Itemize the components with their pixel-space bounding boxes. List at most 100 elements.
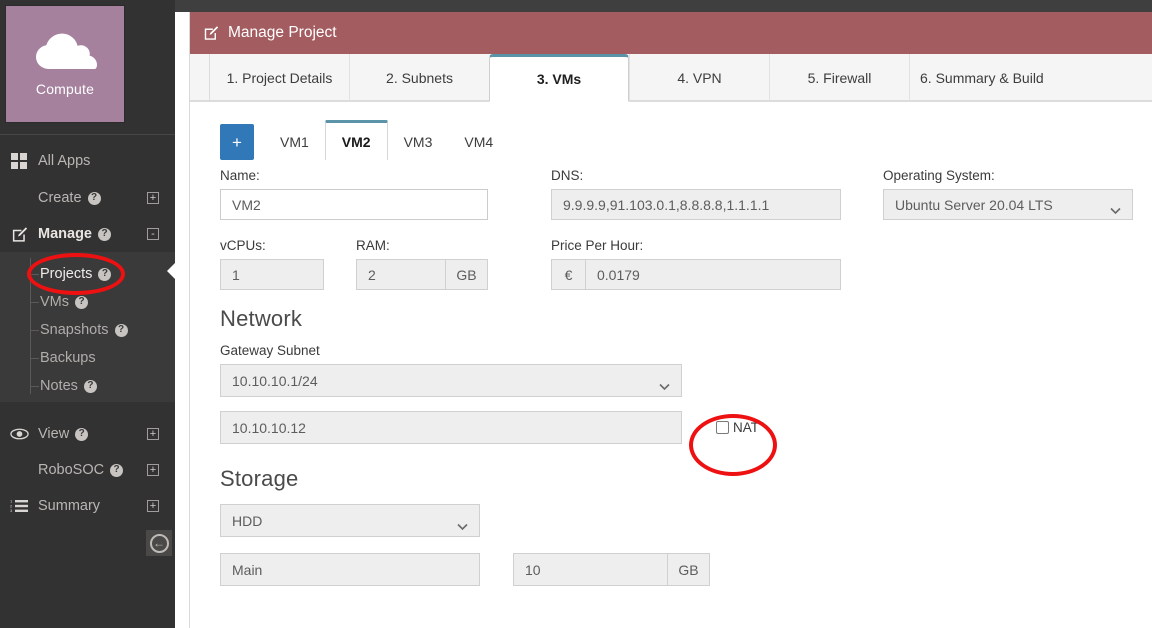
page-title: Manage Project: [228, 24, 337, 41]
sidebar-item-create[interactable]: Create ? +: [0, 180, 175, 216]
field-storage-type: HDD: [220, 504, 480, 537]
disk-size-input[interactable]: 10: [513, 553, 668, 586]
chevron-down-icon: [1110, 201, 1121, 214]
chevron-down-icon: [457, 517, 468, 530]
arrow-left-icon: ←: [149, 533, 169, 553]
network-section-title: Network: [220, 306, 303, 331]
tab-label: 6. Summary & Build: [920, 69, 1044, 86]
sidebar-item-summary[interactable]: 1 2 3 Summary +: [0, 488, 175, 524]
sidebar-submenu-manage: Projects ? VMs ? Snapshots ? Backups Not…: [0, 252, 175, 402]
sidebar-item-notes[interactable]: Notes ?: [0, 372, 175, 400]
sidebar-item-robosoc[interactable]: RoboSOC ? +: [0, 452, 175, 488]
sidebar-item-view[interactable]: View ? +: [0, 416, 175, 452]
tree-dash-icon: [30, 386, 39, 387]
dns-input[interactable]: 9.9.9.9,91.103.0.1,8.8.8.8,1.1.1.1: [551, 189, 841, 220]
sidebar-item-snapshots[interactable]: Snapshots ?: [0, 316, 175, 344]
currency-addon: €: [551, 259, 585, 290]
tab-label: 2. Subnets: [386, 69, 453, 86]
vm-tab-label: VM3: [403, 134, 433, 150]
vm-tab-vm4[interactable]: VM4: [448, 124, 509, 160]
vm-tab-vm2[interactable]: VM2: [324, 120, 388, 160]
field-price-per-hour: Price Per Hour: € 0.0179: [551, 238, 841, 290]
storage-section-title: Storage: [220, 466, 299, 491]
sidebar-item-label: Manage: [38, 226, 92, 242]
dns-input-value: 9.9.9.9,91.103.0.1,8.8.8.8,1.1.1.1: [563, 196, 770, 213]
field-label: Name:: [220, 168, 260, 183]
vm-tab-vm1[interactable]: VM1: [264, 124, 325, 160]
app-tile-compute[interactable]: Compute: [5, 5, 125, 123]
field-ram: RAM: 2 GB: [356, 238, 488, 290]
expand-plus-icon[interactable]: +: [147, 500, 159, 512]
tab-vms[interactable]: 3. VMs: [489, 54, 629, 102]
sidebar-item-label: Create: [38, 190, 82, 206]
sidebar-item-vms[interactable]: VMs ?: [0, 288, 175, 316]
sidebar-item-manage[interactable]: Manage ? -: [0, 216, 175, 252]
disk-size-unit-addon: GB: [668, 553, 710, 586]
name-input[interactable]: VM2: [220, 189, 488, 220]
operating-system-select[interactable]: Ubuntu Server 20.04 LTS: [883, 189, 1133, 220]
ip-address-value: 10.10.10.12: [232, 419, 306, 436]
tab-subnets[interactable]: 2. Subnets: [349, 54, 489, 101]
panel-header: Manage Project: [190, 12, 1152, 54]
tab-project-details[interactable]: 1. Project Details: [209, 54, 349, 101]
help-icon[interactable]: ?: [87, 191, 101, 205]
tab-label: 3. VMs: [536, 71, 582, 87]
app-tile-label: Compute: [35, 81, 95, 97]
sidebar-item-projects[interactable]: Projects ?: [0, 260, 175, 288]
field-label: Operating System:: [883, 168, 995, 183]
help-icon[interactable]: ?: [114, 323, 128, 337]
vcpus-input[interactable]: 1: [220, 259, 324, 290]
price-input[interactable]: 0.0179: [585, 259, 841, 290]
svg-text:3: 3: [10, 508, 13, 513]
ip-address-input[interactable]: 10.10.10.12: [220, 411, 682, 444]
nat-checkbox-group[interactable]: NAT: [716, 420, 759, 435]
disk-size-group: 10 GB: [513, 553, 710, 586]
help-icon[interactable]: ?: [75, 427, 89, 441]
sidebar-item-label: Summary: [38, 498, 101, 514]
tab-summary-build[interactable]: 6. Summary & Build: [909, 54, 1054, 101]
disk-size-value: 10: [525, 561, 541, 578]
sidebar-item-label: RoboSOC: [38, 462, 105, 478]
sidebar-divider: [0, 134, 175, 135]
pencil-square-icon: [8, 224, 30, 244]
field-gateway-subnet: Gateway Subnet 10.10.10.1/24: [220, 343, 682, 397]
help-icon[interactable]: ?: [98, 267, 112, 281]
storage-type-select[interactable]: HDD: [220, 504, 480, 537]
sidebar-collapse-button[interactable]: ←: [146, 530, 172, 556]
field-label: RAM:: [356, 238, 390, 253]
help-icon[interactable]: ?: [83, 379, 97, 393]
expand-plus-icon[interactable]: +: [147, 428, 159, 440]
price-input-group: € 0.0179: [551, 259, 841, 290]
price-input-value: 0.0179: [597, 266, 640, 283]
vm-tab-label: VM1: [280, 134, 309, 150]
manage-project-panel: Manage Project 1. Project Details 2. Sub…: [189, 12, 1152, 628]
expand-plus-icon[interactable]: +: [147, 192, 159, 204]
field-label: Gateway Subnet: [220, 343, 320, 358]
nat-checkbox[interactable]: [716, 421, 729, 434]
tab-firewall[interactable]: 5. Firewall: [769, 54, 909, 101]
collapse-minus-icon[interactable]: -: [147, 228, 159, 240]
vm-tab-vm3[interactable]: VM3: [388, 124, 449, 160]
field-name: Name: VM2: [220, 168, 488, 220]
eye-icon: [8, 424, 30, 444]
active-item-pointer-icon: [167, 262, 176, 280]
tree-dash-icon: [30, 302, 39, 303]
sidebar-item-backups[interactable]: Backups: [0, 344, 175, 372]
nat-label: NAT: [733, 420, 759, 435]
help-icon[interactable]: ?: [110, 463, 124, 477]
gateway-subnet-select[interactable]: 10.10.10.1/24: [220, 364, 682, 397]
expand-plus-icon[interactable]: +: [147, 464, 159, 476]
tab-vpn[interactable]: 4. VPN: [629, 54, 769, 101]
vm-tab-label: VM4: [464, 134, 494, 150]
disk-name-input[interactable]: Main: [220, 553, 480, 586]
screen-root: Compute All Apps Create ? + Manage ? - P…: [0, 0, 1152, 628]
ram-input[interactable]: 2: [356, 259, 446, 290]
sidebar-item-all-apps[interactable]: All Apps: [0, 143, 175, 179]
vcpus-input-value: 1: [232, 266, 240, 283]
add-vm-button[interactable]: +: [220, 124, 254, 160]
ram-input-value: 2: [368, 266, 376, 283]
help-icon[interactable]: ?: [98, 227, 111, 241]
help-icon[interactable]: ?: [75, 295, 88, 309]
grid-icon: [8, 151, 30, 171]
vm-tab-label: VM2: [341, 133, 371, 150]
